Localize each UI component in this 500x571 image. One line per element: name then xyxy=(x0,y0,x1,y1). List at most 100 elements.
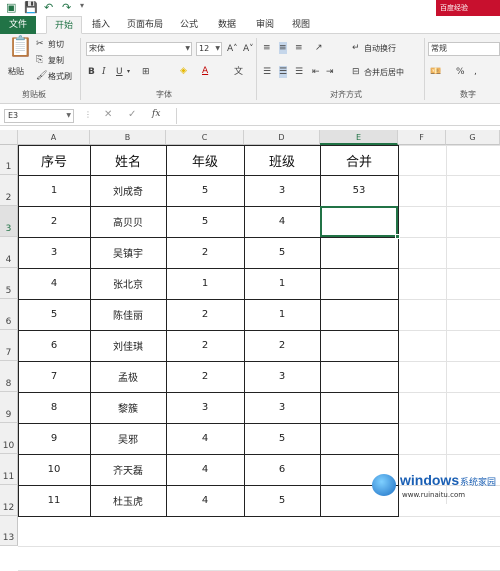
decrease-indent-icon[interactable]: ⇤ xyxy=(312,66,320,78)
tab-page-layout[interactable]: 页面布局 xyxy=(122,16,168,34)
paste-button[interactable]: 粘贴 xyxy=(8,66,24,77)
table-header-cell[interactable]: 合并 xyxy=(320,145,398,175)
table-cell[interactable]: 5 xyxy=(18,299,90,330)
row-header-3[interactable]: 3 xyxy=(0,206,18,237)
selected-cell-e3[interactable] xyxy=(320,206,398,237)
row-header-13[interactable]: 13 xyxy=(0,516,18,546)
row-header-7[interactable]: 7 xyxy=(0,330,18,361)
table-cell[interactable]: 2 xyxy=(18,206,90,237)
table-cell[interactable]: 2 xyxy=(166,361,244,392)
table-cell[interactable]: 11 xyxy=(18,485,90,516)
save-icon[interactable]: 💾 xyxy=(24,1,38,14)
table-cell[interactable]: 5 xyxy=(244,423,320,454)
increase-indent-icon[interactable]: ⇥ xyxy=(326,66,334,78)
merge-center-icon[interactable]: ⊟ xyxy=(352,66,360,78)
currency-icon[interactable]: 💴 xyxy=(430,66,441,78)
borders-icon[interactable]: ⊞ xyxy=(142,66,150,78)
copy-icon[interactable]: ⎘ xyxy=(36,54,43,66)
font-color-icon[interactable]: A xyxy=(202,65,208,77)
insert-function-icon[interactable]: fx xyxy=(152,109,160,119)
row-header-8[interactable]: 8 xyxy=(0,361,18,392)
table-cell[interactable]: 9 xyxy=(18,423,90,454)
table-cell[interactable]: 6 xyxy=(18,330,90,361)
table-cell[interactable] xyxy=(320,268,398,299)
merge-center-button[interactable]: 合并后居中 xyxy=(364,67,404,78)
select-all-corner[interactable] xyxy=(0,130,18,145)
table-cell[interactable]: 吴邪 xyxy=(90,423,166,454)
table-cell[interactable]: 陈佳丽 xyxy=(90,299,166,330)
table-cell[interactable]: 2 xyxy=(166,299,244,330)
table-cell[interactable]: 高贝贝 xyxy=(90,206,166,237)
italic-icon[interactable]: I xyxy=(102,66,106,78)
table-cell[interactable]: 1 xyxy=(18,175,90,206)
table-cell[interactable]: 3 xyxy=(166,392,244,423)
table-cell[interactable]: 7 xyxy=(18,361,90,392)
tab-review[interactable]: 审阅 xyxy=(250,16,280,34)
comma-button[interactable]: , xyxy=(474,66,477,78)
fill-handle[interactable] xyxy=(395,234,400,239)
wrap-text-button[interactable]: 自动换行 xyxy=(364,43,396,54)
table-header-cell[interactable]: 序号 xyxy=(18,145,90,175)
align-left-icon[interactable]: ☰ xyxy=(263,66,271,78)
align-right-icon[interactable]: ☰ xyxy=(295,66,303,78)
table-cell[interactable]: 5 xyxy=(166,175,244,206)
table-cell[interactable]: 张北京 xyxy=(90,268,166,299)
bold-icon[interactable]: B xyxy=(88,66,95,78)
table-cell[interactable] xyxy=(320,330,398,361)
redo-icon[interactable]: ↷ xyxy=(62,1,71,14)
table-cell[interactable]: 4 xyxy=(166,485,244,516)
undo-icon[interactable]: ↶ xyxy=(44,1,53,14)
underline-icon[interactable]: U xyxy=(116,66,123,78)
table-cell[interactable]: 5 xyxy=(244,237,320,268)
fill-color-icon[interactable]: ◈ xyxy=(180,65,187,77)
column-header-e[interactable]: E xyxy=(320,130,398,145)
paste-icon[interactable]: 📋 xyxy=(8,36,33,56)
column-header-g[interactable]: G xyxy=(446,130,500,145)
row-header-9[interactable]: 9 xyxy=(0,392,18,423)
font-size-select[interactable]: 12 ▼ xyxy=(196,42,222,56)
row-header-11[interactable]: 11 xyxy=(0,454,18,485)
worksheet-grid[interactable]: ABCDEFG 1 2 3 4 5 6 7 8 9 10 11 12 13 序号 姓名 年级 班级 合并 1 刘成奇… xyxy=(0,130,500,571)
underline-dropdown-icon[interactable]: ▾ xyxy=(127,66,130,78)
cancel-icon[interactable]: ✕ xyxy=(104,109,112,120)
decrease-font-icon[interactable]: A˅ xyxy=(243,43,254,55)
table-cell[interactable]: 2 xyxy=(166,237,244,268)
formula-input[interactable] xyxy=(176,108,500,124)
tab-data[interactable]: 数据 xyxy=(212,16,242,34)
column-header-c[interactable]: C xyxy=(166,130,244,145)
enter-icon[interactable]: ✓ xyxy=(128,109,136,120)
table-header-cell[interactable]: 班级 xyxy=(244,145,320,175)
align-middle-icon[interactable]: ≡ xyxy=(279,42,287,54)
row-header-2[interactable]: 2 xyxy=(0,175,18,206)
table-cell[interactable]: 5 xyxy=(166,206,244,237)
align-top-icon[interactable]: ≡ xyxy=(263,42,271,54)
table-cell[interactable]: 1 xyxy=(166,268,244,299)
column-header-a[interactable]: A xyxy=(18,130,90,145)
table-cell[interactable]: 8 xyxy=(18,392,90,423)
row-header-12[interactable]: 12 xyxy=(0,485,18,516)
number-format-select[interactable]: 常规 xyxy=(428,42,500,56)
table-cell[interactable]: 2 xyxy=(166,330,244,361)
copy-button[interactable]: 复制 xyxy=(48,55,64,66)
font-name-select[interactable]: 宋体 ▼ xyxy=(86,42,192,56)
table-cell[interactable]: 孟极 xyxy=(90,361,166,392)
table-cell[interactable]: 2 xyxy=(244,330,320,361)
table-cell[interactable]: 10 xyxy=(18,454,90,485)
table-cell[interactable]: 4 xyxy=(166,454,244,485)
table-cell[interactable] xyxy=(320,299,398,330)
align-center-icon[interactable]: ☰ xyxy=(279,66,288,78)
row-header-5[interactable]: 5 xyxy=(0,268,18,299)
table-header-cell[interactable]: 年级 xyxy=(166,145,244,175)
table-cell[interactable]: 4 xyxy=(18,268,90,299)
column-header-d[interactable]: D xyxy=(244,130,320,145)
column-header-b[interactable]: B xyxy=(90,130,166,145)
phonetic-icon[interactable]: 文 xyxy=(234,66,243,78)
tab-home[interactable]: 开始 xyxy=(46,16,82,34)
table-cell[interactable] xyxy=(320,361,398,392)
tab-formulas[interactable]: 公式 xyxy=(174,16,204,34)
row-header-1[interactable]: 1 xyxy=(0,145,18,175)
tab-file[interactable]: 文件 xyxy=(0,16,36,34)
table-cell[interactable]: 53 xyxy=(320,175,398,206)
row-header-6[interactable]: 6 xyxy=(0,299,18,330)
table-cell[interactable]: 吴镇宇 xyxy=(90,237,166,268)
